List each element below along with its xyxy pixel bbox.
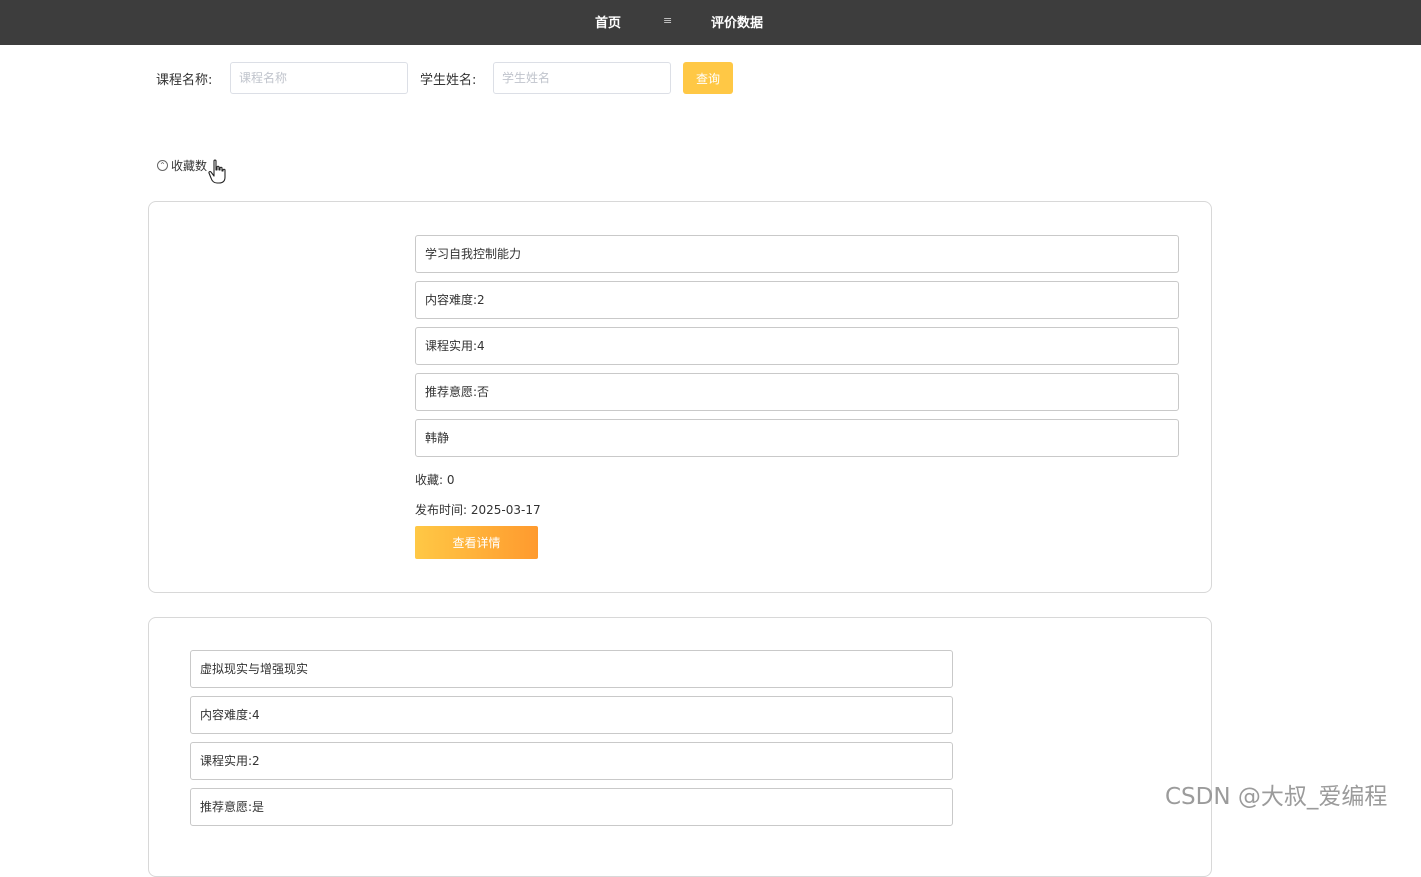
top-nav-bar: 首页 ≡ 评价数据 — [0, 0, 1421, 45]
watermark: CSDN @大叔_爱编程 — [1165, 784, 1388, 810]
view-detail-button[interactable]: 查看详情 — [415, 526, 538, 559]
practicality-field: 课程实用:2 — [190, 742, 953, 780]
sort-by-favorites[interactable]: ⌃ 收藏数 — [157, 157, 207, 174]
difficulty-field: 内容难度:2 — [415, 281, 1179, 319]
difficulty-field: 内容难度:4 — [190, 696, 953, 734]
course-title-field: 学习自我控制能力 — [415, 235, 1179, 273]
course-name-label: 课程名称: — [156, 73, 213, 88]
student-name-label: 学生姓名: — [420, 73, 477, 88]
course-title-field: 虚拟现实与增强现实 — [190, 650, 953, 688]
hand-cursor-icon — [208, 159, 226, 184]
query-button[interactable]: 查询 — [683, 62, 733, 94]
publish-time: 发布时间: 2025-03-17 — [415, 503, 541, 517]
evaluation-card: 学习自我控制能力 内容难度:2 课程实用:4 推荐意愿:否 韩静 收藏: 0 发… — [148, 201, 1212, 593]
nav-evaluation-link[interactable]: 评价数据 — [711, 12, 763, 31]
recommend-field: 推荐意愿:否 — [415, 373, 1179, 411]
menu-icon[interactable]: ≡ — [663, 14, 672, 27]
evaluation-card: 虚拟现实与增强现实 内容难度:4 课程实用:2 推荐意愿:是 — [148, 617, 1212, 877]
chevron-circle-icon: ⌃ — [157, 160, 168, 171]
student-name-input[interactable] — [493, 62, 671, 94]
student-field: 韩静 — [415, 419, 1179, 457]
sort-label: 收藏数 — [171, 159, 208, 173]
favorites-count: 收藏: 0 — [415, 473, 455, 487]
practicality-field: 课程实用:4 — [415, 327, 1179, 365]
nav-home-link[interactable]: 首页 — [595, 12, 621, 31]
recommend-field: 推荐意愿:是 — [190, 788, 953, 826]
course-name-input[interactable] — [230, 62, 408, 94]
